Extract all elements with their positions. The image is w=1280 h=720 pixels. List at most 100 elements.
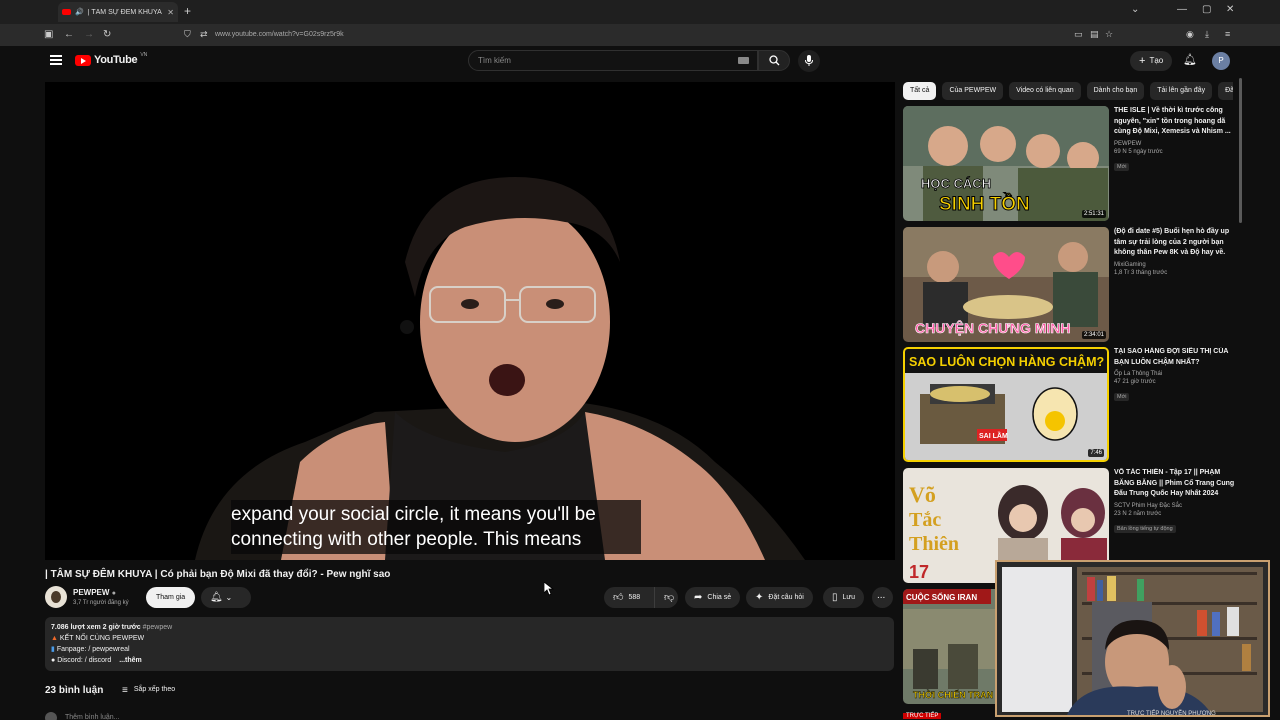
close-window-icon[interactable]: ✕ — [1226, 4, 1234, 15]
maximize-icon[interactable]: ▢ — [1202, 4, 1211, 15]
thumb-subline: THỜI CHIẾN TRAN — [913, 689, 993, 700]
keyboard-icon[interactable] — [738, 57, 749, 64]
channel-avatar[interactable] — [45, 586, 67, 608]
ask-question-button[interactable]: ✦ Đặt câu hỏi — [746, 587, 813, 608]
recommendation-info: VÕ TẮC THIÊN - Tập 17 || PHẠM BĂNG BĂNG … — [1114, 468, 1239, 535]
thumbnail-image: SAO LUÔN CHỌN HÀNG CHẬM? SAI LẦM — [905, 349, 1107, 460]
add-comment-placeholder: Thêm bình luận... — [65, 714, 120, 720]
video-thumbnail[interactable]: SAO LUÔN CHỌN HÀNG CHẬM? SAI LẦM 7:46 — [903, 347, 1109, 462]
logo-text: YouTube — [94, 54, 138, 66]
recommendation-item[interactable]: HỌC CÁCH SINH TỒN 2:51:31 THE ISLE | Về … — [903, 106, 1238, 221]
dislike-button[interactable]: 👎︎ — [654, 587, 678, 608]
recommendation-item[interactable]: CHUYỆN CHƯNG MINH 2:34:01 (Độ đi date #5… — [903, 227, 1238, 342]
site-settings-icon[interactable]: ⇄ — [200, 29, 208, 40]
recommendation-title[interactable]: (Độ đi date #5) Buổi hẹn hò đầy up tâm s… — [1114, 227, 1239, 259]
subscription-bell-button[interactable]: 🔔︎ ⌄ — [201, 587, 251, 608]
chat-bubble-icon: ● — [51, 657, 56, 664]
book-icon: ▮ — [51, 646, 55, 653]
chip-related[interactable]: Video có liên quan — [1009, 82, 1081, 100]
address-bar[interactable]: www.youtube.com/watch?v=G02s9rz5r9k — [215, 31, 344, 38]
microphone-icon — [805, 55, 813, 66]
youtube-header: YouTube VN Tìm kiếm + Tạo 🔔︎ P — [0, 46, 1240, 78]
chevron-down-icon: ⌄ — [225, 593, 233, 602]
chip-all[interactable]: Tất cả — [903, 82, 937, 100]
join-button[interactable]: Tham gia — [146, 587, 196, 608]
recommendation-channel[interactable]: MixiGaming — [1114, 262, 1239, 268]
recommendation-title[interactable]: TẠI SAO HÀNG ĐỢI SIÊU THỊ CỦA BẠN LUÔN C… — [1114, 347, 1239, 368]
description-meta: 7.086 lượt xem 2 giờ trước #pewpew — [51, 622, 888, 633]
forward-icon[interactable]: → — [84, 29, 94, 40]
recommendation-channel[interactable]: Ốp La Thông Thái — [1114, 371, 1239, 377]
search-input[interactable]: Tìm kiếm — [468, 50, 758, 71]
user-avatar[interactable]: P — [1212, 52, 1230, 70]
show-more-link[interactable]: ...thêm — [119, 657, 142, 664]
shield-icon[interactable]: ⛉ — [184, 29, 191, 40]
recommendation-title[interactable]: THE ISLE | Về thời kì trước công nguyên,… — [1114, 106, 1239, 138]
share-label: Chia sẻ — [707, 594, 732, 601]
reload-icon[interactable]: ↻ — [103, 29, 111, 40]
recommendation-item[interactable]: CUỘC SỐNG IRAN THỜI CHIẾN TRAN — [903, 589, 1003, 704]
video-frame — [45, 82, 895, 560]
voice-search-button[interactable] — [798, 50, 820, 72]
video-thumbnail[interactable]: CUỘC SỐNG IRAN THỜI CHIẾN TRAN — [903, 589, 1003, 704]
share-button[interactable]: ➦ Chia sẻ — [685, 587, 741, 608]
like-count: 588 — [628, 594, 641, 601]
thumb-title-line-2: Tắc — [909, 509, 941, 531]
minimize-icon[interactable]: — — [1177, 4, 1187, 15]
description-line-3: ● Discord: / discord ...thêm — [51, 655, 888, 666]
youtube-favicon-icon — [62, 9, 71, 15]
mouse-cursor-icon — [544, 582, 554, 596]
back-icon[interactable]: ← — [64, 29, 74, 40]
recommendation-channel[interactable]: PEWPEW — [1114, 141, 1239, 147]
recommendation-meta: 47 21 giờ trước — [1114, 379, 1156, 385]
reader-icon[interactable]: ▤ — [1090, 29, 1099, 40]
video-player[interactable]: expand your social circle, it means you'… — [45, 82, 895, 560]
menu-icon[interactable]: ≡ — [1225, 29, 1230, 39]
thumbnail-image: CHUYỆN CHƯNG MINH — [903, 227, 1109, 342]
discord-link[interactable]: Discord: / discord — [57, 657, 111, 664]
add-comment-field[interactable]: Thêm bình luận... — [45, 712, 119, 720]
chip-watched[interactable]: Đã — [1218, 82, 1233, 100]
speaker-icon[interactable]: 🔊 — [75, 8, 84, 16]
fanpage-link[interactable]: Fanpage: / pewpewreal — [57, 646, 130, 653]
subtitle-caption: expand your social circle, it means you'… — [231, 500, 641, 554]
chip-recently-uploaded[interactable]: Tải lên gần đây — [1150, 82, 1213, 100]
thumb-title-line-3: Thiên — [909, 533, 959, 555]
video-thumbnail[interactable]: HỌC CÁCH SINH TỒN 2:51:31 — [903, 106, 1109, 221]
thumb-text-line-2: SINH TỒN — [939, 193, 1030, 215]
create-button[interactable]: + Tạo — [1130, 51, 1173, 71]
sidebar-scrollbar[interactable] — [1239, 78, 1242, 223]
search-button[interactable] — [758, 50, 790, 71]
comments-count: 23 bình luận — [45, 685, 104, 696]
chip-from-channel[interactable]: Của PEWPEW — [942, 82, 1004, 100]
save-button[interactable]: ▯ Lưu — [823, 587, 864, 608]
recommendation-item[interactable]: SAO LUÔN CHỌN HÀNG CHẬM? SAI LẦM 7:46 TẠ… — [903, 347, 1238, 462]
hamburger-menu-icon[interactable] — [50, 55, 62, 65]
tab-list-chevron-icon[interactable]: ⌄ — [1131, 4, 1139, 15]
download-icon[interactable]: ⤓ — [1205, 29, 1209, 40]
description-box[interactable]: 7.086 lượt xem 2 giờ trước #pewpew ▲ KẾT… — [45, 617, 894, 671]
chip-for-you[interactable]: Dành cho bạn — [1086, 82, 1145, 100]
new-tab-icon[interactable]: + — [184, 4, 191, 18]
youtube-logo[interactable]: YouTube VN — [75, 52, 147, 66]
subscriber-count: 3,7 Tr người đăng ký — [73, 600, 129, 606]
recommendation-title[interactable]: VÕ TẮC THIÊN - Tập 17 || PHẠM BĂNG BĂNG … — [1114, 468, 1239, 500]
search-placeholder: Tìm kiếm — [478, 56, 511, 65]
bookmark-star-icon[interactable]: ☆ — [1105, 29, 1113, 40]
recommendation-channel[interactable]: SCTV Phim Hay Đặc Sắc — [1114, 503, 1239, 509]
sort-comments-button[interactable]: ≡ Sắp xếp theo — [122, 685, 175, 696]
close-tab-icon[interactable]: ✕ — [167, 8, 174, 17]
thumb-text-line-1: HỌC CÁCH — [921, 176, 991, 191]
screenshot-icon[interactable]: ▭ — [1074, 29, 1083, 40]
hashtag-link[interactable]: #pewpew — [143, 624, 173, 631]
more-actions-button[interactable]: ... — [872, 587, 893, 608]
channel-name[interactable]: PEWPEW ● — [73, 588, 116, 597]
video-thumbnail[interactable]: CHUYỆN CHƯNG MINH 2:34:01 — [903, 227, 1109, 342]
sidebar-toggle-icon[interactable]: ▣ — [44, 29, 53, 40]
fire-icon: ▲ — [51, 635, 58, 642]
search-icon — [768, 55, 779, 66]
browser-tab[interactable]: 🔊 | TÂM SỰ ĐÊM KHUYA | Có ✕ — [58, 2, 178, 22]
account-icon[interactable]: ◉ — [1186, 29, 1194, 40]
like-button[interactable]: 👍︎ 588 — [604, 587, 654, 608]
notifications-bell-icon[interactable]: 🔔︎ — [1183, 53, 1197, 66]
